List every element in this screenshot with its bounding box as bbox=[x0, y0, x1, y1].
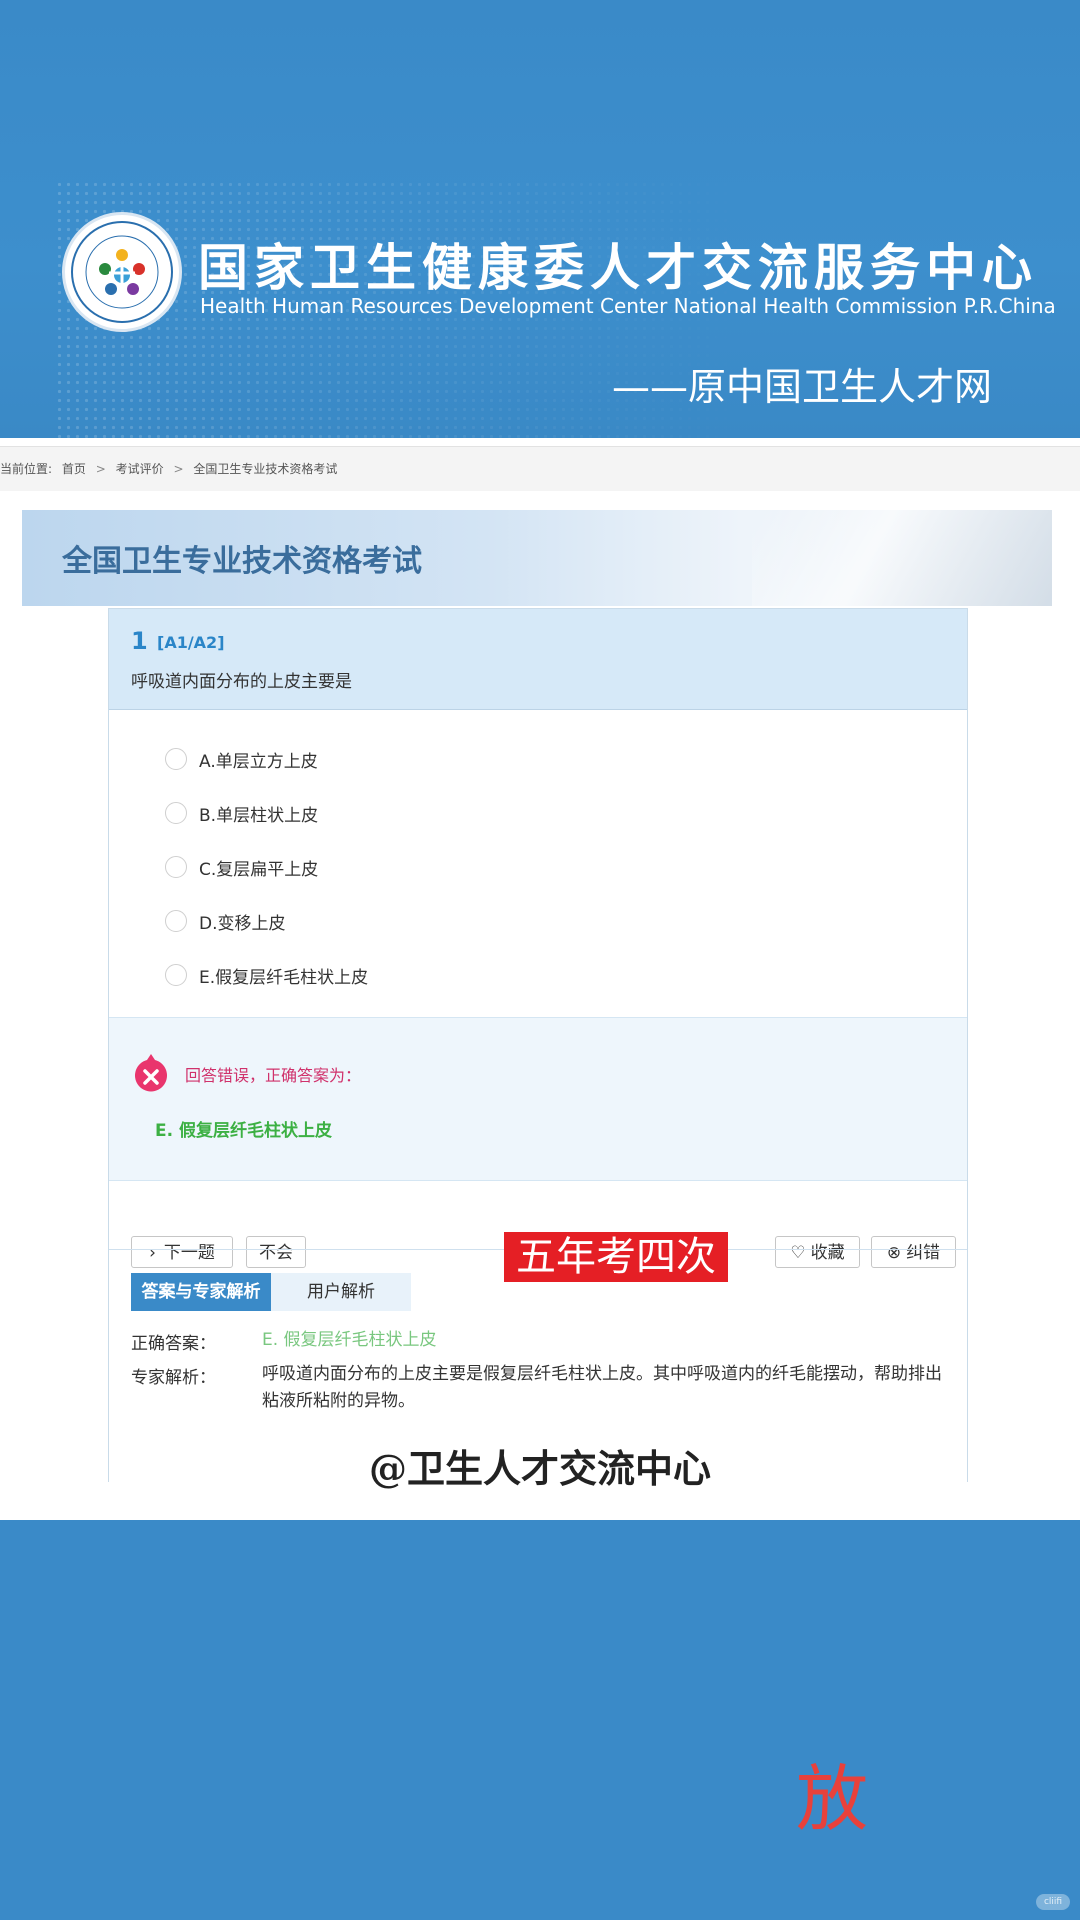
correct-answer-label: 正确答案： bbox=[131, 1334, 216, 1354]
question-card: 1 [A1/A2] 呼吸道内面分布的上皮主要是 A.单层立方上皮 B.单层柱状上… bbox=[108, 608, 968, 1482]
answer-feedback: 回答错误，正确答案为： E. 假复层纤毛柱状上皮 bbox=[109, 1017, 967, 1181]
question-number: 1 bbox=[131, 627, 148, 655]
dont-know-button[interactable]: 不会 bbox=[246, 1236, 306, 1268]
overlay-red-character: 放 bbox=[796, 1757, 869, 1841]
correct-answer-value: E. 假复层纤毛柱状上皮 bbox=[262, 1330, 437, 1350]
option-label: D.变移上皮 bbox=[199, 913, 286, 934]
radio-icon[interactable] bbox=[165, 802, 187, 824]
tab-user-analysis[interactable]: 用户解析 bbox=[271, 1273, 411, 1311]
breadcrumb-item-exam-eval[interactable]: 考试评价 bbox=[116, 462, 164, 476]
tab-expert-analysis[interactable]: 答案与专家解析 bbox=[131, 1273, 271, 1311]
radio-icon[interactable] bbox=[165, 856, 187, 878]
expert-analysis-text: 呼吸道内面分布的上皮主要是假复层纤毛柱状上皮。其中呼吸道内的纤毛能摆动，帮助排出… bbox=[262, 1364, 942, 1411]
chevron-right-icon: › bbox=[149, 1243, 156, 1263]
exam-title: 全国卫生专业技术资格考试 bbox=[62, 544, 422, 579]
option-label: A.单层立方上皮 bbox=[199, 751, 318, 772]
page-content: 当前位置: 首页 > 考试评价 > 全国卫生专业技术资格考试 全国卫生专业技术资… bbox=[0, 438, 1080, 1520]
x-circle-icon bbox=[135, 1054, 167, 1092]
feedback-status: 回答错误，正确答案为： bbox=[185, 1066, 362, 1085]
favorite-button[interactable]: ♡ 收藏 bbox=[775, 1236, 860, 1268]
option-label: E.假复层纤毛柱状上皮 bbox=[199, 967, 369, 988]
breadcrumb-item-current[interactable]: 全国卫生专业技术资格考试 bbox=[193, 462, 337, 476]
overlay-sticker: 五年考四次 bbox=[504, 1232, 728, 1282]
breadcrumb-label: 当前位置: bbox=[0, 462, 53, 476]
radio-icon[interactable] bbox=[165, 910, 187, 932]
close-circle-icon: ⊗ bbox=[886, 1243, 902, 1263]
breadcrumb: 当前位置: 首页 > 考试评价 > 全国卫生专业技术资格考试 bbox=[0, 446, 1080, 491]
header-banner: 国家卫生健康委人才交流服务中心 Health Human Resources D… bbox=[0, 0, 1080, 440]
next-question-button[interactable]: › 下一题 bbox=[131, 1236, 233, 1268]
option-label: C.复层扁平上皮 bbox=[199, 859, 319, 880]
account-watermark: @卫生人才交流中心 bbox=[368, 1446, 711, 1491]
report-error-label: 纠错 bbox=[906, 1243, 941, 1263]
option-c[interactable]: C.复层扁平上皮 bbox=[165, 852, 318, 882]
favorite-label: 收藏 bbox=[810, 1243, 845, 1263]
option-label: B.单层柱状上皮 bbox=[199, 805, 319, 826]
radio-icon[interactable] bbox=[165, 748, 187, 770]
banner-photo bbox=[752, 510, 1052, 606]
question-text: 呼吸道内面分布的上皮主要是 bbox=[131, 672, 352, 692]
organization-name-en: Health Human Resources Development Cente… bbox=[200, 294, 1056, 318]
organization-former-name: ——原中国卫生人才网 bbox=[612, 365, 993, 409]
corner-watermark: cliifi bbox=[1036, 1894, 1070, 1910]
dont-know-label: 不会 bbox=[259, 1243, 293, 1263]
breadcrumb-separator: > bbox=[173, 462, 184, 476]
option-b[interactable]: B.单层柱状上皮 bbox=[165, 798, 318, 828]
radio-icon[interactable] bbox=[165, 964, 187, 986]
report-error-button[interactable]: ⊗ 纠错 bbox=[871, 1236, 956, 1268]
question-header: 1 [A1/A2] 呼吸道内面分布的上皮主要是 bbox=[109, 609, 967, 710]
option-d[interactable]: D.变移上皮 bbox=[165, 906, 286, 936]
question-type: [A1/A2] bbox=[157, 633, 225, 652]
next-question-label: 下一题 bbox=[163, 1243, 215, 1263]
breadcrumb-item-home[interactable]: 首页 bbox=[62, 462, 86, 476]
organization-logo-icon bbox=[62, 212, 182, 332]
feedback-correct-answer: E. 假复层纤毛柱状上皮 bbox=[155, 1121, 332, 1141]
exam-banner: 全国卫生专业技术资格考试 bbox=[22, 510, 1052, 606]
heart-icon: ♡ bbox=[790, 1243, 806, 1263]
breadcrumb-separator: > bbox=[95, 462, 106, 476]
expert-analysis-label: 专家解析： bbox=[131, 1368, 216, 1388]
option-a[interactable]: A.单层立方上皮 bbox=[165, 744, 318, 774]
organization-name-cn: 国家卫生健康委人才交流服务中心 bbox=[198, 239, 1038, 297]
option-e[interactable]: E.假复层纤毛柱状上皮 bbox=[165, 960, 368, 990]
